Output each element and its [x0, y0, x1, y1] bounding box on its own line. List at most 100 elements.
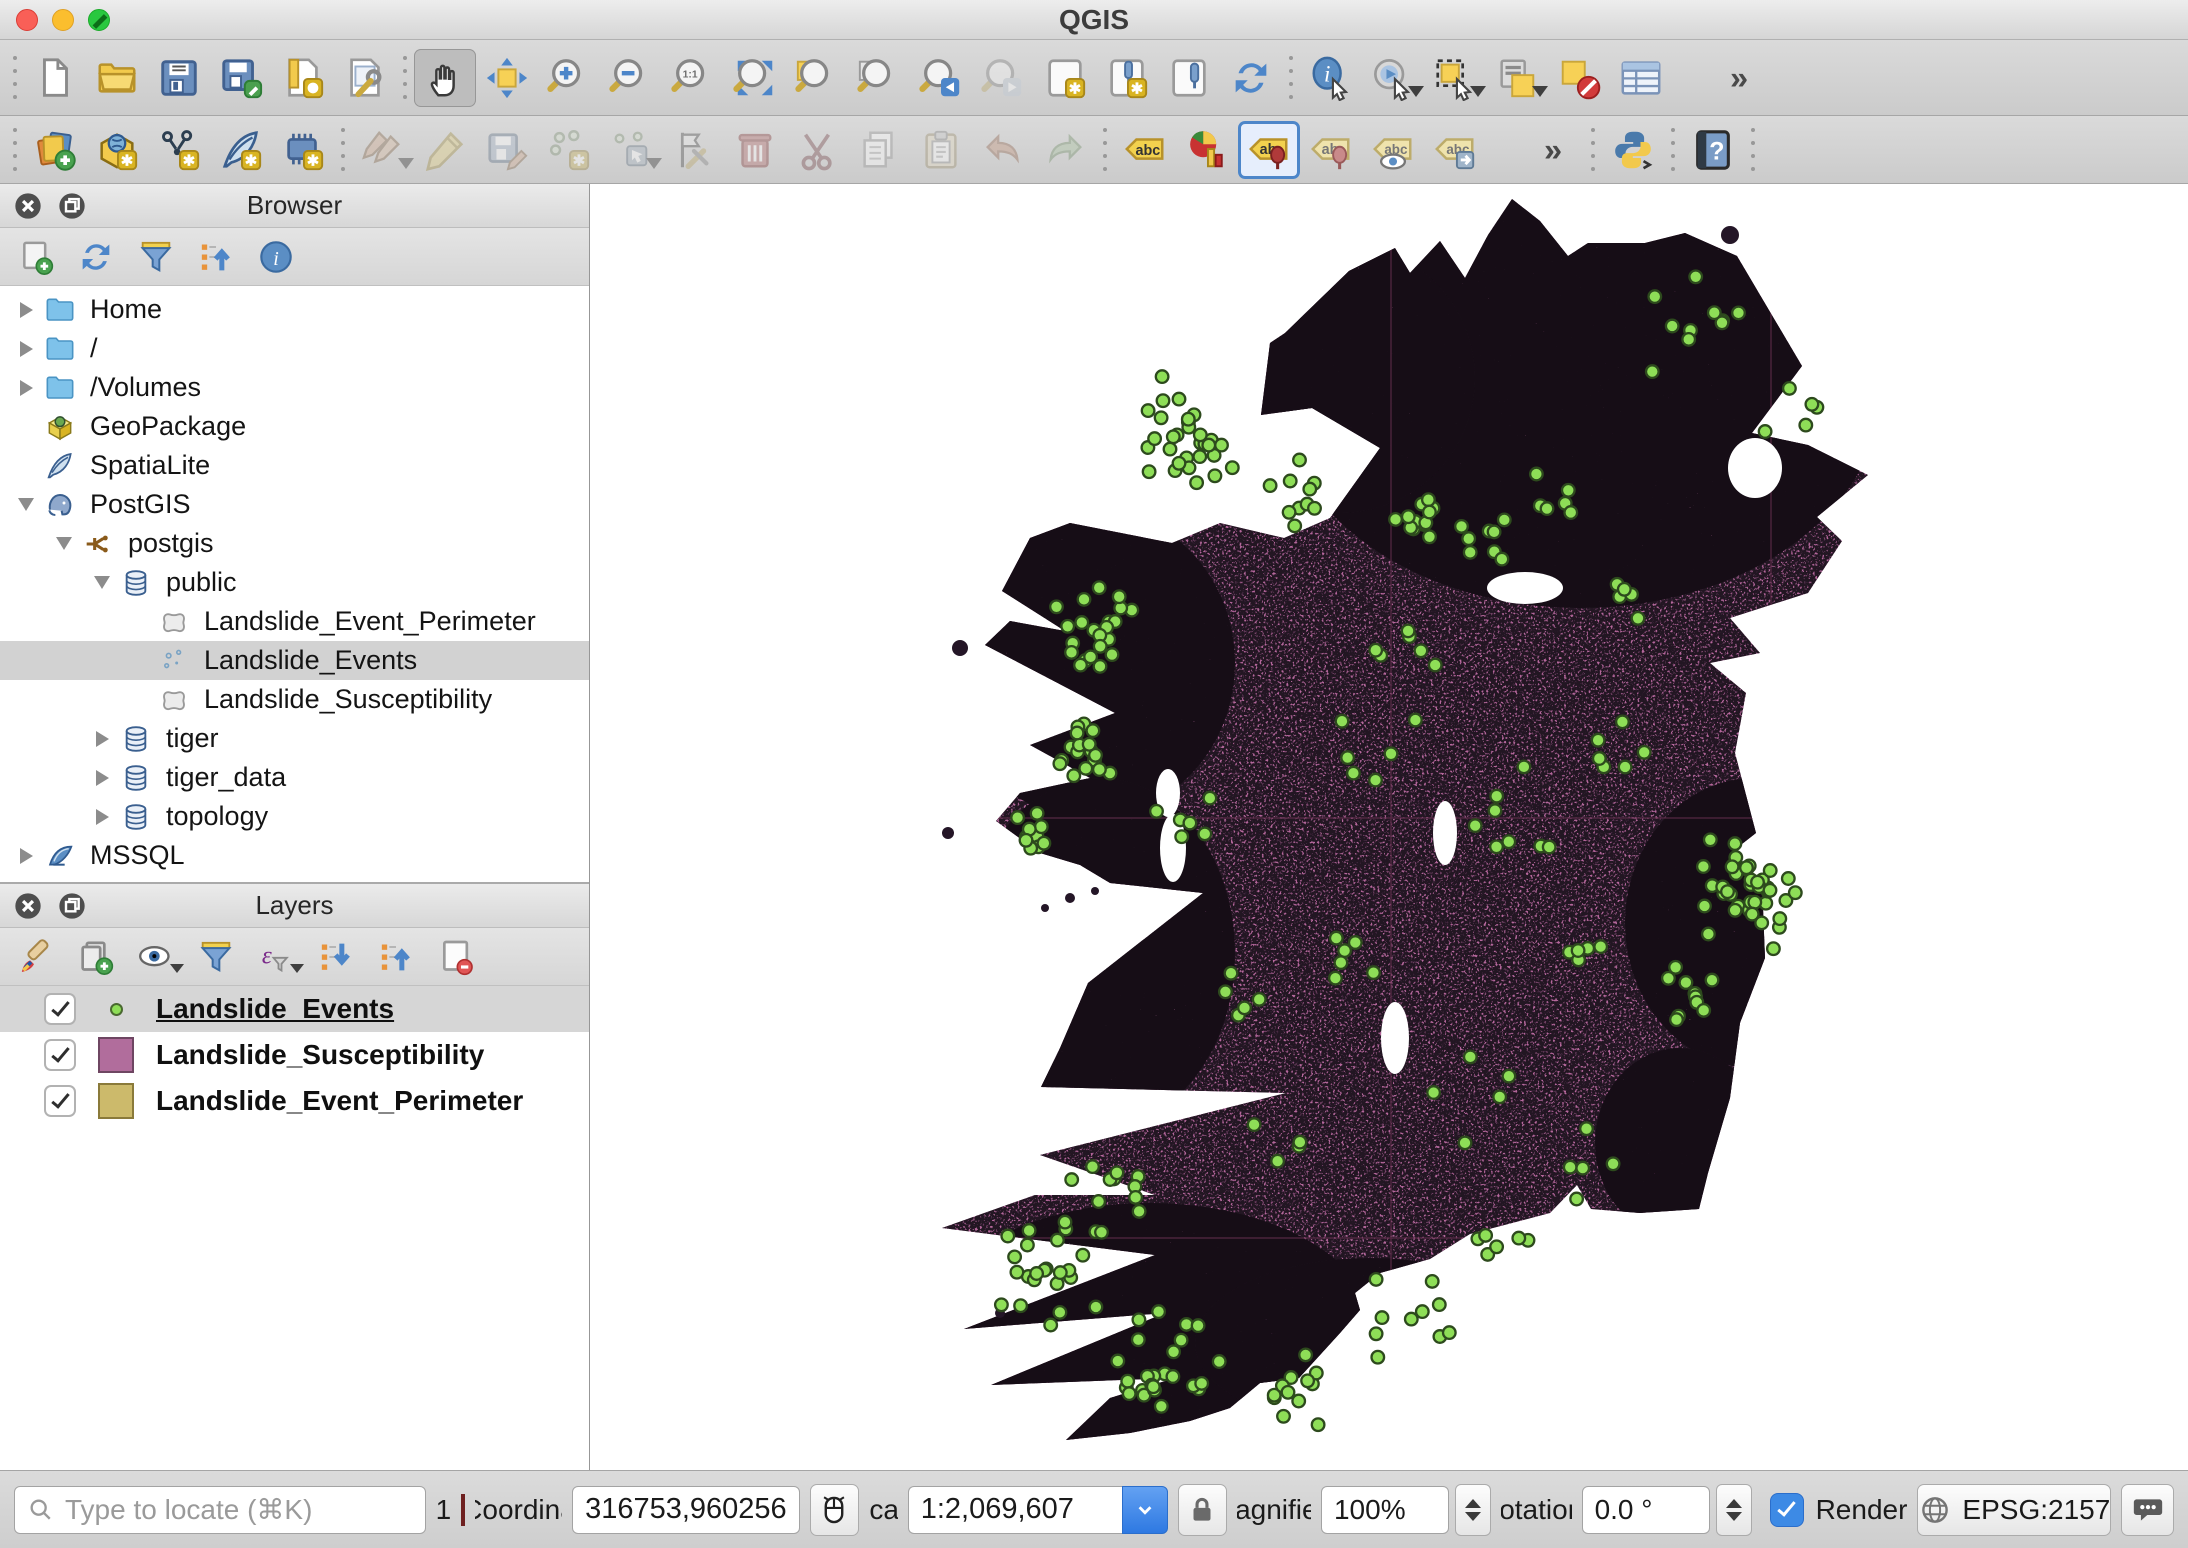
- layer-labeling-button[interactable]: abc: [1114, 121, 1176, 179]
- identify-features-button[interactable]: i: [1300, 49, 1362, 107]
- browser-item-public[interactable]: public: [0, 563, 589, 602]
- dropdown-arrow-icon[interactable]: [290, 964, 304, 973]
- zoom-to-layer-button[interactable]: [848, 49, 910, 107]
- pan-map-button[interactable]: [414, 49, 476, 107]
- manage-map-themes-button[interactable]: [130, 933, 182, 981]
- highlight-pinned-labels-button[interactable]: ab: [1300, 121, 1362, 179]
- scale-combobox[interactable]: 1:2,069,607: [908, 1486, 1168, 1534]
- data-source-manager-button[interactable]: [24, 121, 86, 179]
- zoom-in-button[interactable]: [538, 49, 600, 107]
- expander-closed-icon[interactable]: [8, 380, 44, 396]
- float-panel-icon[interactable]: [56, 190, 88, 222]
- filter-browser-button[interactable]: [130, 233, 182, 281]
- layer-visibility-checkbox[interactable]: [44, 1085, 76, 1117]
- undo-button[interactable]: [972, 121, 1034, 179]
- add-point-feature-button[interactable]: [538, 121, 600, 179]
- new-print-layout-button[interactable]: [272, 49, 334, 107]
- add-selected-layers-button[interactable]: [10, 233, 62, 281]
- browser-item-item[interactable]: /: [0, 329, 589, 368]
- toolbar-overflow-button[interactable]: »: [1708, 49, 1770, 107]
- dropdown-arrow-icon[interactable]: [398, 158, 414, 169]
- expander-closed-icon[interactable]: [8, 302, 44, 318]
- browser-item-postgis[interactable]: PostGIS: [0, 485, 589, 524]
- filter-legend-button[interactable]: [190, 933, 242, 981]
- toolbar2-overflow-button[interactable]: »: [1522, 121, 1584, 179]
- collapse-all-browser-button[interactable]: [190, 233, 242, 281]
- pin-labels-button[interactable]: ab: [1238, 121, 1300, 179]
- current-edits-button[interactable]: [352, 121, 414, 179]
- properties-button[interactable]: i: [250, 233, 302, 281]
- new-project-button[interactable]: [24, 49, 86, 107]
- remove-layer-button[interactable]: [430, 933, 482, 981]
- browser-item-tiger[interactable]: tiger: [0, 719, 589, 758]
- zoom-native-button[interactable]: 1:1: [662, 49, 724, 107]
- lock-scale-button[interactable]: [1178, 1484, 1227, 1536]
- dropdown-arrow-icon[interactable]: [1408, 86, 1424, 97]
- crs-status-button[interactable]: EPSG:2157: [1917, 1484, 2111, 1536]
- filter-by-expression-button[interactable]: ε: [250, 933, 302, 981]
- expander-open-icon[interactable]: [8, 498, 44, 511]
- dropdown-arrow-icon[interactable]: [646, 158, 662, 169]
- browser-item-landslide-susceptibility[interactable]: Landslide_Susceptibility: [0, 680, 589, 719]
- expander-open-icon[interactable]: [84, 576, 120, 589]
- zoom-full-button[interactable]: [724, 49, 786, 107]
- new-geopackage-layer-button[interactable]: [86, 121, 148, 179]
- help-button[interactable]: ?: [1682, 121, 1744, 179]
- layer-item-landslide-events[interactable]: Landslide_Events: [0, 986, 589, 1032]
- dropdown-arrow-icon[interactable]: [170, 964, 184, 973]
- pan-to-selection-button[interactable]: [476, 49, 538, 107]
- close-panel-icon[interactable]: [12, 890, 44, 922]
- vertex-tool-button[interactable]: [600, 121, 662, 179]
- map-canvas[interactable]: [590, 184, 2188, 1470]
- browser-item-spatialite[interactable]: SpatiaLite: [0, 446, 589, 485]
- expander-closed-icon[interactable]: [84, 809, 120, 825]
- layer-visibility-checkbox[interactable]: [44, 1039, 76, 1071]
- refresh-map-button[interactable]: [1220, 49, 1282, 107]
- browser-item-volumes[interactable]: /Volumes: [0, 368, 589, 407]
- magnifier-spinbox[interactable]: 100%: [1321, 1484, 1491, 1536]
- save-project-as-button[interactable]: [210, 49, 272, 107]
- new-bookmark-button[interactable]: [1034, 49, 1096, 107]
- new-shapefile-layer-button[interactable]: [148, 121, 210, 179]
- zoom-window-button[interactable]: [88, 9, 110, 31]
- python-console-button[interactable]: [1602, 121, 1664, 179]
- show-bookmarks-button[interactable]: [1096, 49, 1158, 107]
- toggle-editing-button[interactable]: [414, 121, 476, 179]
- save-project-button[interactable]: [148, 49, 210, 107]
- layer-visibility-checkbox[interactable]: [44, 993, 76, 1025]
- bookmark-manager-button[interactable]: [1158, 49, 1220, 107]
- expander-closed-icon[interactable]: [84, 731, 120, 747]
- deselect-all-button[interactable]: [1548, 49, 1610, 107]
- browser-item-item[interactable]: [0, 875, 589, 882]
- zoom-last-button[interactable]: [910, 49, 972, 107]
- open-project-button[interactable]: [86, 49, 148, 107]
- browser-item-landslide-events[interactable]: Landslide_Events: [0, 641, 589, 680]
- save-layer-edits-button[interactable]: [476, 121, 538, 179]
- dropdown-arrow-icon[interactable]: [1532, 86, 1548, 97]
- minimize-window-button[interactable]: [52, 9, 74, 31]
- close-panel-icon[interactable]: [12, 190, 44, 222]
- dropdown-arrow-icon[interactable]: [1470, 86, 1486, 97]
- coordinate-input[interactable]: 316753,960256: [572, 1486, 800, 1534]
- locator-search-input[interactable]: Type to locate (⌘K): [14, 1486, 426, 1534]
- delete-selected-button[interactable]: [724, 121, 786, 179]
- select-by-value-button[interactable]: [1486, 49, 1548, 107]
- zoom-to-selection-button[interactable]: [786, 49, 848, 107]
- render-checkbox[interactable]: Render: [1770, 1493, 1908, 1527]
- move-label-button[interactable]: abc: [1424, 121, 1486, 179]
- refresh-browser-button[interactable]: [70, 233, 122, 281]
- rotation-stepper[interactable]: [1716, 1484, 1752, 1536]
- select-features-button[interactable]: [1424, 49, 1486, 107]
- collapse-all-layers-button[interactable]: [370, 933, 422, 981]
- layer-diagrams-button[interactable]: [1176, 121, 1238, 179]
- expander-open-icon[interactable]: [46, 537, 82, 550]
- expander-closed-icon[interactable]: [8, 341, 44, 357]
- redo-button[interactable]: [1034, 121, 1096, 179]
- chevron-down-icon[interactable]: [1122, 1486, 1168, 1534]
- show-hide-labels-button[interactable]: abc: [1362, 121, 1424, 179]
- messages-button[interactable]: [2121, 1484, 2174, 1536]
- open-attribute-table-button[interactable]: [1610, 49, 1672, 107]
- open-layer-styling-button[interactable]: [10, 933, 62, 981]
- browser-item-geopackage[interactable]: GeoPackage: [0, 407, 589, 446]
- browser-item-postgis[interactable]: postgis: [0, 524, 589, 563]
